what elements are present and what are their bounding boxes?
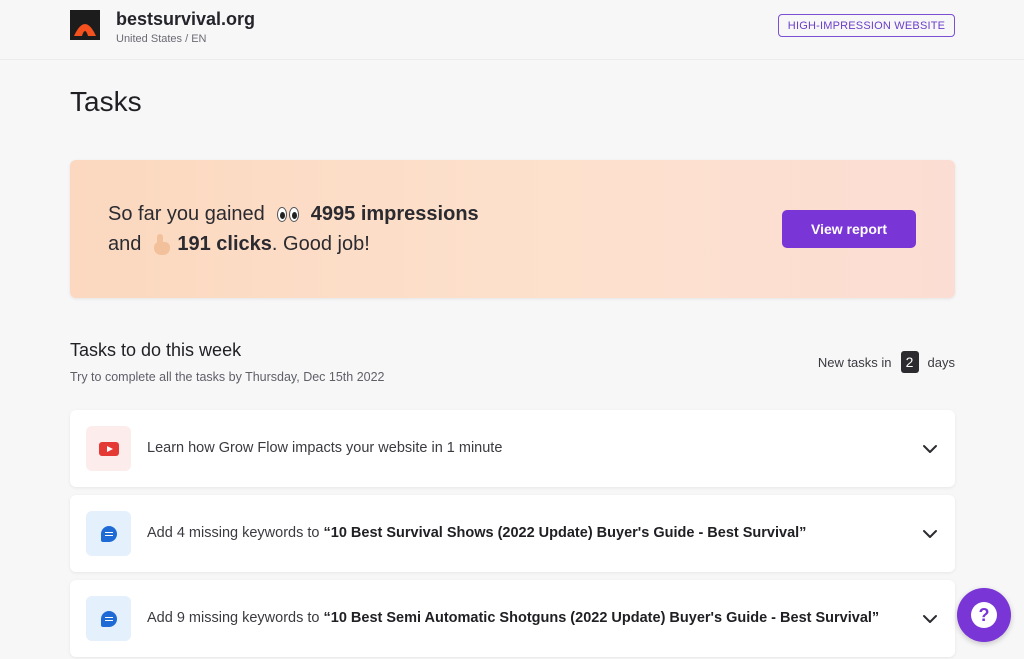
weekly-tasks-deadline: Try to complete all the tasks by Thursda… [70, 370, 385, 384]
impressions-count: 4995 impressions [310, 203, 479, 225]
page-title: Tasks [70, 86, 142, 117]
days-count: 2 [900, 351, 919, 373]
article-title: “10 Best Survival Shows (2022 Update) Bu… [323, 525, 807, 541]
youtube-icon [86, 426, 131, 471]
question-icon: ? [971, 602, 997, 628]
eyes-icon [276, 205, 301, 225]
clicks-count: 191 clicks [177, 233, 272, 255]
help-button[interactable]: ? [957, 588, 1011, 642]
banner-prefix: So far you gained [108, 203, 265, 225]
task-prefix: Add 4 missing keywords to [147, 525, 324, 541]
site-logo [70, 10, 100, 40]
site-name: bestsurvival.org [116, 9, 256, 29]
article-title: “10 Best Semi Automatic Shotguns (2022 U… [323, 610, 880, 626]
chat-doc-icon [86, 596, 131, 641]
site-locale: United States / EN [116, 33, 207, 45]
banner-line-clicks: and 191 clicks . Good job! [108, 233, 370, 256]
task-text: Add 4 missing keywords to “10 Best Survi… [147, 525, 806, 541]
weekly-tasks-title: Tasks to do this week [70, 340, 242, 360]
task-card-video[interactable]: Learn how Grow Flow impacts your website… [70, 410, 955, 487]
chevron-down-icon[interactable] [921, 525, 939, 543]
task-text: Add 9 missing keywords to “10 Best Semi … [147, 610, 879, 626]
new-tasks-countdown: New tasks in 2 days [818, 351, 955, 373]
view-report-button[interactable]: View report [782, 210, 916, 248]
new-tasks-suffix: days [927, 354, 955, 370]
task-prefix: Add 9 missing keywords to [147, 610, 324, 626]
new-tasks-prefix: New tasks in [817, 354, 892, 370]
chat-doc-icon [86, 511, 131, 556]
banner-and: and [108, 233, 142, 255]
task-text: Learn how Grow Flow impacts your website… [147, 440, 503, 456]
task-card-keywords[interactable]: Add 4 missing keywords to “10 Best Survi… [70, 495, 955, 572]
pointing-hand-icon [151, 233, 173, 256]
chevron-down-icon[interactable] [921, 610, 939, 628]
task-card-keywords[interactable]: Add 9 missing keywords to “10 Best Semi … [70, 580, 955, 657]
chevron-down-icon[interactable] [921, 440, 939, 458]
top-header: bestsurvival.org United States / EN HIGH… [0, 0, 1024, 60]
banner-line-impressions: So far you gained 4995 impressions [108, 203, 479, 226]
banner-suffix: . Good job! [271, 233, 370, 255]
website-type-badge: HIGH-IMPRESSION WEBSITE [778, 14, 955, 37]
stats-banner: So far you gained 4995 impressions and 1… [70, 160, 955, 298]
